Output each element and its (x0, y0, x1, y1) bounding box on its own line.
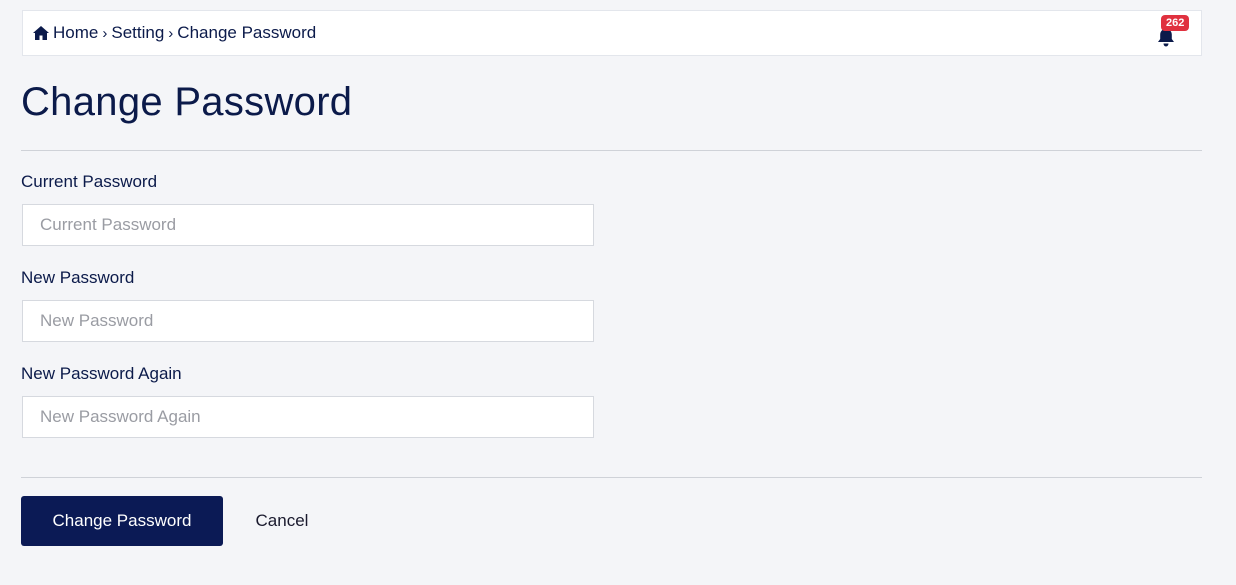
divider (21, 477, 1202, 478)
new-password-again-input[interactable] (22, 396, 594, 438)
change-password-button[interactable]: Change Password (21, 496, 223, 546)
change-password-page: Home › Setting › Change Password 262 Cha… (0, 0, 1236, 585)
cancel-button[interactable]: Cancel (238, 496, 326, 546)
new-password-input[interactable] (22, 300, 594, 342)
new-password-again-label: New Password Again (21, 364, 182, 383)
breadcrumb: Home › Setting › Change Password (33, 23, 316, 43)
current-password-label: Current Password (21, 172, 158, 191)
home-icon (33, 26, 49, 40)
new-password-label: New Password (21, 268, 135, 287)
breadcrumb-home-label: Home (53, 23, 99, 42)
breadcrumb-home[interactable]: Home (33, 23, 98, 43)
notification-count-badge: 262 (1161, 15, 1190, 31)
breadcrumb-setting[interactable]: Setting (111, 23, 164, 43)
chevron-right-icon: › (168, 24, 174, 42)
chevron-right-icon: › (102, 24, 108, 42)
notifications-button[interactable]: 262 (1153, 15, 1190, 50)
divider (21, 150, 1202, 151)
page-title: Change Password (21, 80, 353, 124)
top-bar: Home › Setting › Change Password 262 (22, 10, 1202, 56)
current-password-input[interactable] (22, 204, 594, 246)
breadcrumb-current: Change Password (177, 23, 317, 42)
